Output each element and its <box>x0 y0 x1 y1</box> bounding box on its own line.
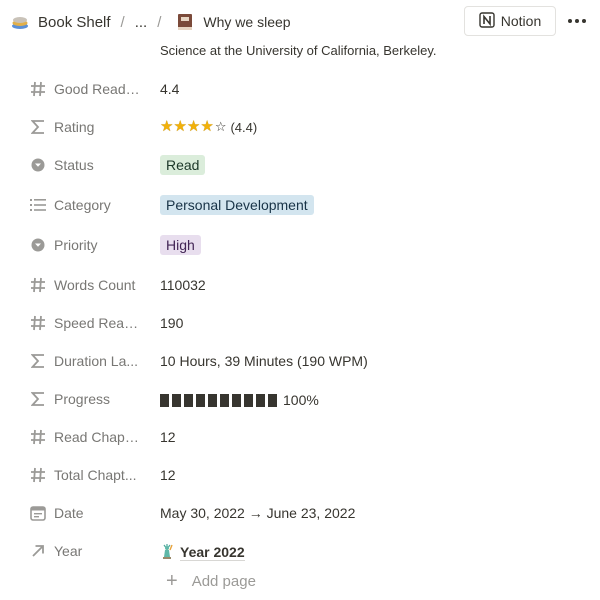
progress-block <box>196 393 205 407</box>
progress-block <box>160 393 169 407</box>
property-label: Category <box>54 197 111 213</box>
property-label: Date <box>54 505 84 521</box>
plus-icon: + <box>166 570 178 592</box>
formula-sigma-icon <box>28 390 48 408</box>
number-icon <box>28 466 48 484</box>
progress-block <box>232 393 241 407</box>
property-row-total-chapters[interactable]: Total Chapt... 12 <box>0 456 600 494</box>
rating-text: (4.4) <box>230 119 258 135</box>
star-full-icon: ★ <box>160 118 174 135</box>
property-value[interactable]: May 30, 2022 → June 23, 2022 <box>160 505 355 521</box>
category-value-wrap[interactable]: Personal Development <box>160 195 314 215</box>
notion-logo-icon <box>479 11 495 31</box>
property-label: Good Read ... <box>54 81 140 97</box>
property-row-year[interactable]: Year Year 2022 <box>0 532 600 570</box>
progress-block <box>268 393 277 407</box>
property-value[interactable]: 190 <box>160 315 183 331</box>
progress-block <box>172 393 181 407</box>
property-row-words-count[interactable]: Words Count 110032 <box>0 266 600 304</box>
property-row-date[interactable]: Date May 30, 2022 → June 23, 2022 <box>0 494 600 532</box>
number-icon <box>28 80 48 98</box>
add-page-button[interactable]: + Add page <box>166 571 256 591</box>
property-label: Status <box>54 157 94 173</box>
property-label: Rating <box>54 119 95 135</box>
progress-block <box>208 393 217 407</box>
select-icon <box>28 156 48 174</box>
calendar-icon <box>28 504 48 522</box>
property-label: Read Chapt... <box>54 429 140 445</box>
category-tag[interactable]: Personal Development <box>160 195 314 215</box>
property-label: Speed Read... <box>54 315 140 331</box>
relation-arrow-icon <box>28 542 48 560</box>
year-value[interactable]: Year 2022 <box>160 543 245 562</box>
property-row-priority[interactable]: Priority High <box>0 226 600 264</box>
breadcrumb: Book Shelf / ... / Why we sleep <box>10 12 291 32</box>
property-label: Year <box>54 543 83 559</box>
property-value[interactable]: 4.4 <box>160 81 179 97</box>
progress-block <box>184 393 193 407</box>
breadcrumb-workspace[interactable]: Book Shelf <box>38 14 111 31</box>
progress-block <box>220 393 229 407</box>
page-description: Science at the University of California,… <box>160 43 437 58</box>
star-full-icon: ★ <box>186 118 201 135</box>
rating-value[interactable]: ★ ★ ★ ★ ☆ (4.4) <box>160 119 257 135</box>
top-bar: Book Shelf / ... / Why we sleep Notion <box>0 0 600 44</box>
number-icon <box>28 428 48 446</box>
property-label: Priority <box>54 237 98 253</box>
star-empty-icon: ☆ <box>214 119 227 134</box>
open-in-notion-button[interactable]: Notion <box>464 6 556 36</box>
more-options-icon[interactable] <box>564 8 590 34</box>
property-label: Progress <box>54 391 111 407</box>
property-row-read-chapters[interactable]: Read Chapt... 12 <box>0 418 600 456</box>
property-row-speed-read[interactable]: Speed Read... 190 <box>0 304 600 342</box>
select-icon <box>28 236 48 254</box>
property-row-category[interactable]: Category Personal Development <box>0 186 600 224</box>
formula-sigma-icon <box>28 352 48 370</box>
priority-tag[interactable]: High <box>160 235 201 255</box>
property-label: Duration La... <box>54 353 139 369</box>
book-icon <box>175 12 195 32</box>
add-page-label: Add page <box>191 572 256 590</box>
property-value[interactable]: 12 <box>160 429 176 445</box>
progress-percent: 100% <box>283 392 319 408</box>
property-row-progress[interactable]: Progress 100% <box>0 380 600 418</box>
statue-of-liberty-icon <box>160 543 174 562</box>
priority-value-wrap[interactable]: High <box>160 235 201 255</box>
status-value-wrap[interactable]: Read <box>160 155 206 175</box>
number-icon <box>28 314 48 332</box>
books-icon <box>10 12 30 32</box>
breadcrumb-separator: / <box>120 13 125 31</box>
property-row-good-reads[interactable]: Good Read ... 4.4 <box>0 70 600 108</box>
progress-bar <box>160 393 280 407</box>
property-label: Total Chapt... <box>54 467 137 483</box>
breadcrumb-separator: / <box>157 13 162 31</box>
notion-button-label: Notion <box>500 13 542 29</box>
breadcrumb-page-title[interactable]: Why we sleep <box>203 14 290 30</box>
number-icon <box>28 276 48 294</box>
progress-block <box>256 393 265 407</box>
progress-block <box>244 393 253 407</box>
property-value[interactable]: 110032 <box>160 277 206 293</box>
property-label: Words Count <box>54 277 136 293</box>
star-full-icon: ★ <box>173 118 187 135</box>
formula-sigma-icon <box>28 118 48 136</box>
breadcrumb-ellipsis[interactable]: ... <box>135 14 148 31</box>
progress-value[interactable]: 100% <box>160 392 319 408</box>
property-value[interactable]: 10 Hours, 39 Minutes (190 WPM) <box>160 353 368 369</box>
property-value[interactable]: 12 <box>160 467 176 483</box>
status-tag[interactable]: Read <box>160 155 206 175</box>
property-row-status[interactable]: Status Read <box>0 146 600 184</box>
star-full-icon: ★ <box>200 118 214 135</box>
property-row-rating[interactable]: Rating ★ ★ ★ ★ ☆ (4.4) <box>0 108 600 146</box>
multi-select-list-icon <box>28 196 48 214</box>
year-link[interactable]: Year 2022 <box>180 544 245 561</box>
property-row-duration[interactable]: Duration La... 10 Hours, 39 Minutes (190… <box>0 342 600 380</box>
